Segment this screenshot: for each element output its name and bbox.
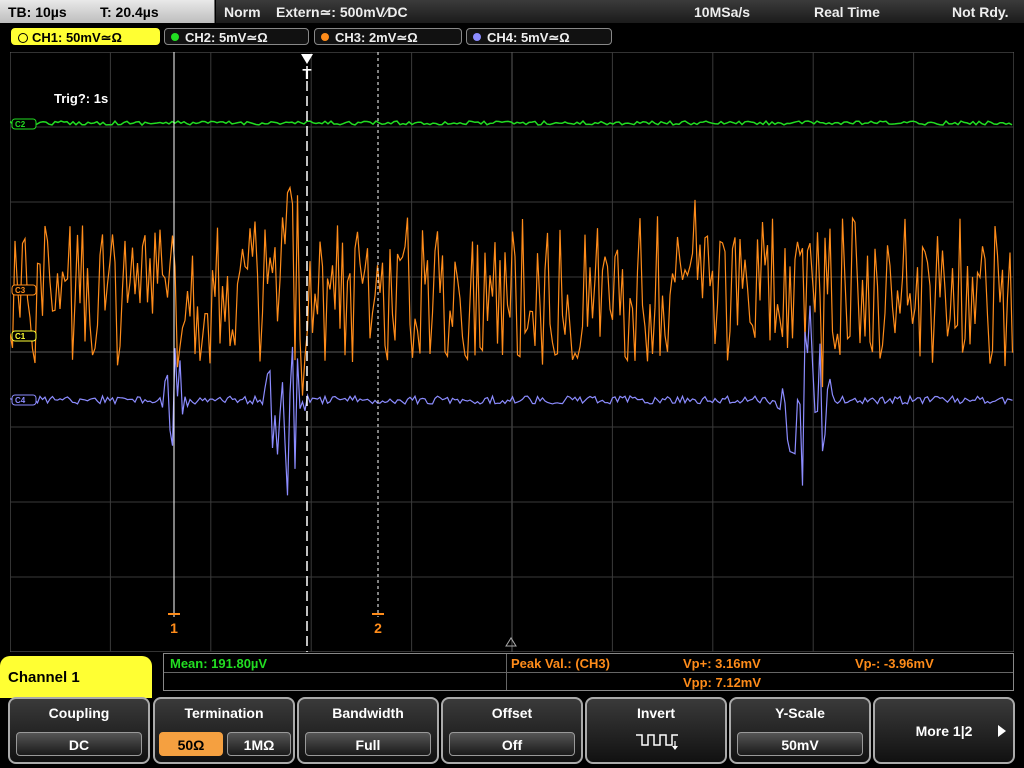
trigger-time-value: T: 20.4µs bbox=[100, 4, 159, 20]
tab-ch4[interactable]: CH4: 5mV≃Ω bbox=[466, 28, 612, 45]
more-softkey[interactable]: More 1|2 bbox=[873, 697, 1015, 764]
ch4-dot-icon bbox=[473, 33, 481, 41]
mean-measurement: Mean: 191.80µV bbox=[170, 656, 268, 671]
acquisition-mode: Real Time bbox=[814, 4, 880, 20]
ch1-marker: C1 bbox=[15, 332, 26, 341]
bandwidth-title: Bandwidth bbox=[332, 705, 404, 721]
coupling-title: Coupling bbox=[48, 705, 110, 721]
cursor-2-label: 2 bbox=[374, 620, 382, 636]
sample-rate: 10MSa/s bbox=[694, 4, 751, 20]
invert-title: Invert bbox=[636, 705, 676, 721]
ch3-dot-icon bbox=[321, 33, 329, 41]
channel-title-label: Channel 1 bbox=[8, 669, 80, 686]
vpp-measurement: Vpp: 7.12mV bbox=[683, 675, 762, 690]
waveform-display[interactable]: 1 2 T Trig?: 1s C2 C3 C1 C4 bbox=[10, 52, 1014, 652]
termination-softkey[interactable]: Termination 50Ω 1MΩ bbox=[153, 697, 295, 764]
vp-minus-measurement: Vp-: -3.96mV bbox=[855, 656, 934, 671]
bandwidth-softkey[interactable]: Bandwidth Full bbox=[297, 697, 439, 764]
tab-ch2-label: CH2: 5mV≃Ω bbox=[185, 30, 268, 45]
acquisition-status: Norm Extern≃: 500mV∕DC 10MSa/s Real Time… bbox=[216, 0, 1024, 23]
ch3-marker: C3 bbox=[15, 286, 26, 295]
tab-ch2[interactable]: CH2: 5mV≃Ω bbox=[164, 28, 309, 45]
chevron-right-icon bbox=[998, 725, 1006, 737]
top-status-bar: TB: 10µs T: 20.4µs Norm Extern≃: 500mV∕D… bbox=[0, 0, 1024, 24]
timebase-box[interactable]: TB: 10µs T: 20.4µs bbox=[0, 0, 215, 23]
yscale-value[interactable]: 50mV bbox=[737, 732, 863, 756]
tab-ch1[interactable]: CH1: 50mV≃Ω bbox=[11, 28, 160, 45]
channel-menu-title: Channel 1 bbox=[0, 656, 152, 698]
timebase-value: TB: 10µs bbox=[8, 4, 67, 20]
peak-value-label: Peak Val.: (CH3) bbox=[511, 656, 610, 671]
invert-waveform-icon bbox=[636, 734, 678, 750]
run-state: Not Rdy. bbox=[952, 4, 1009, 20]
bandwidth-value[interactable]: Full bbox=[305, 732, 431, 756]
ch1-circle-icon bbox=[18, 33, 28, 43]
trigger-source[interactable]: Extern≃: 500mV∕DC bbox=[276, 4, 408, 21]
invert-softkey[interactable]: Invert bbox=[585, 697, 727, 764]
more-title: More 1|2 bbox=[915, 723, 973, 739]
coupling-value[interactable]: DC bbox=[16, 732, 142, 756]
tab-ch4-label: CH4: 5mV≃Ω bbox=[487, 30, 570, 45]
measurement-panel: Mean: 191.80µV Peak Val.: (CH3) Vp+: 3.1… bbox=[163, 653, 1014, 691]
trigger-timeout-label: Trig?: 1s bbox=[54, 91, 108, 106]
ch2-dot-icon bbox=[171, 33, 179, 41]
ch2-marker: C2 bbox=[15, 120, 26, 129]
termination-50ohm-option[interactable]: 50Ω bbox=[159, 732, 223, 756]
offset-title: Offset bbox=[491, 705, 533, 721]
vp-plus-measurement: Vp+: 3.16mV bbox=[683, 656, 761, 671]
tab-ch3[interactable]: CH3: 2mV≃Ω bbox=[314, 28, 462, 45]
tab-ch3-label: CH3: 2mV≃Ω bbox=[335, 30, 418, 45]
trigger-marker-label: T bbox=[302, 66, 311, 83]
yscale-title: Y-Scale bbox=[775, 705, 825, 721]
termination-title: Termination bbox=[184, 705, 264, 721]
offset-softkey[interactable]: Offset Off bbox=[441, 697, 583, 764]
tab-ch1-label: CH1: 50mV≃Ω bbox=[32, 30, 122, 45]
coupling-softkey[interactable]: Coupling DC bbox=[8, 697, 150, 764]
ch4-marker: C4 bbox=[15, 396, 26, 405]
cursor-1-label: 1 bbox=[170, 620, 178, 636]
yscale-softkey[interactable]: Y-Scale 50mV bbox=[729, 697, 871, 764]
termination-1mohm-option[interactable]: 1MΩ bbox=[227, 732, 291, 756]
offset-value[interactable]: Off bbox=[449, 732, 575, 756]
trigger-mode[interactable]: Norm bbox=[224, 4, 261, 20]
